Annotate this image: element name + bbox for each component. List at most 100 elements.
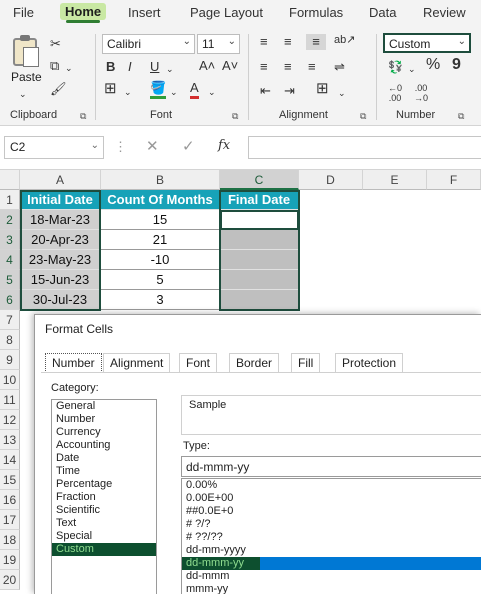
category-list[interactable]: General Number Currency Accounting Date … bbox=[51, 399, 157, 594]
category-item[interactable]: Time bbox=[52, 465, 156, 478]
header-cell-count-of-months[interactable]: Count Of Months bbox=[101, 190, 220, 210]
row-header[interactable]: 14 bbox=[0, 450, 20, 470]
dialog-tab-border[interactable]: Border bbox=[229, 353, 280, 373]
format-item[interactable]: dd-mmm bbox=[182, 570, 481, 583]
initial-date-cell[interactable]: 15-Jun-23 bbox=[20, 270, 101, 290]
type-input[interactable]: dd-mmm-yy bbox=[181, 456, 481, 477]
row-header[interactable]: 11 bbox=[0, 390, 20, 410]
dialog-tab-protection[interactable]: Protection bbox=[335, 353, 404, 373]
row-header[interactable]: 12 bbox=[0, 410, 20, 430]
format-item[interactable]: 0.00% bbox=[182, 479, 481, 492]
row-header[interactable]: 4 bbox=[0, 250, 20, 270]
category-item[interactable]: Currency bbox=[52, 426, 156, 439]
category-item[interactable]: Accounting bbox=[52, 439, 156, 452]
column-header-e[interactable]: E bbox=[363, 170, 427, 190]
align-top-icon[interactable]: ≡ bbox=[260, 34, 268, 50]
category-item[interactable]: Special bbox=[52, 530, 156, 543]
decrease-decimal-icon[interactable]: .00 →0 bbox=[414, 83, 428, 103]
column-header-c[interactable]: C bbox=[220, 170, 299, 190]
row-header[interactable]: 15 bbox=[0, 470, 20, 490]
row-header[interactable]: 8 bbox=[0, 330, 20, 350]
align-center-icon[interactable]: ≡ bbox=[284, 59, 292, 75]
row-header[interactable]: 3 bbox=[0, 230, 20, 250]
format-item[interactable]: # ??/?? bbox=[182, 531, 481, 544]
column-header-d[interactable]: D bbox=[299, 170, 363, 190]
enter-icon[interactable]: ✓ bbox=[182, 139, 195, 155]
row-header[interactable]: 7 bbox=[0, 310, 20, 330]
row-header[interactable]: 9 bbox=[0, 350, 20, 370]
category-item-selected[interactable]: Custom bbox=[52, 543, 156, 556]
underline-icon[interactable]: U bbox=[150, 59, 159, 75]
format-item-selected[interactable]: dd-mmm-yy bbox=[182, 557, 481, 570]
insert-function-icon[interactable]: fx bbox=[218, 138, 230, 154]
row-header[interactable]: 2 bbox=[0, 210, 20, 230]
dialog-tab-fill[interactable]: Fill bbox=[291, 353, 321, 373]
tab-home[interactable]: Home bbox=[60, 3, 107, 23]
chevron-down-icon[interactable]: ⌄ bbox=[338, 85, 346, 101]
percent-icon[interactable]: % bbox=[426, 57, 440, 73]
initial-date-cell[interactable]: 18-Mar-23 bbox=[20, 210, 101, 230]
row-header[interactable]: 13 bbox=[0, 430, 20, 450]
number-format-select[interactable]: Custom ⌄ bbox=[383, 33, 471, 53]
format-painter-icon[interactable]: 🖌 bbox=[50, 81, 67, 97]
category-item[interactable]: Date bbox=[52, 452, 156, 465]
category-item[interactable]: Scientific bbox=[52, 504, 156, 517]
row-header[interactable]: 17 bbox=[0, 510, 20, 530]
row-header[interactable]: 20 bbox=[0, 570, 20, 590]
name-box[interactable]: C2 ⌄ bbox=[4, 136, 104, 159]
dialog-tab-alignment[interactable]: Alignment bbox=[103, 353, 171, 373]
final-date-cell[interactable] bbox=[220, 250, 299, 270]
count-months-cell[interactable]: 3 bbox=[101, 290, 220, 310]
final-date-cell[interactable] bbox=[220, 270, 299, 290]
chevron-down-icon[interactable]: ⌄ bbox=[124, 84, 132, 100]
row-header[interactable]: 1 bbox=[0, 190, 20, 210]
borders-icon[interactable]: ⊞ bbox=[104, 81, 117, 97]
category-item[interactable]: General bbox=[52, 400, 156, 413]
font-size-select[interactable]: 11 ⌄ bbox=[197, 34, 240, 54]
tab-review[interactable]: Review bbox=[423, 5, 466, 20]
tab-page-layout[interactable]: Page Layout bbox=[190, 5, 263, 20]
count-months-cell[interactable]: -10 bbox=[101, 250, 220, 270]
currency-icon[interactable]: 💱 bbox=[388, 59, 403, 75]
dialog-launcher-icon[interactable]: ⧉ bbox=[232, 111, 238, 122]
align-left-icon[interactable]: ≡ bbox=[260, 59, 268, 75]
final-date-cell-active[interactable] bbox=[220, 210, 299, 230]
select-all-corner[interactable] bbox=[0, 170, 20, 190]
count-months-cell[interactable]: 5 bbox=[101, 270, 220, 290]
row-header[interactable]: 16 bbox=[0, 490, 20, 510]
category-item[interactable]: Text bbox=[52, 517, 156, 530]
row-header[interactable]: 6 bbox=[0, 290, 20, 310]
dialog-tab-number[interactable]: Number bbox=[45, 353, 102, 373]
increase-font-icon[interactable]: A˄ bbox=[199, 58, 215, 74]
initial-date-cell[interactable]: 20-Apr-23 bbox=[20, 230, 101, 250]
font-color-icon[interactable]: A bbox=[190, 80, 199, 99]
comma-style-icon[interactable]: 9 bbox=[452, 57, 461, 73]
tab-file[interactable]: File bbox=[13, 5, 34, 20]
column-header-f[interactable]: F bbox=[427, 170, 481, 190]
wrap-text-icon[interactable]: ⇌ bbox=[334, 59, 345, 75]
format-item[interactable]: mmm-yy bbox=[182, 583, 481, 594]
initial-date-cell[interactable]: 23-May-23 bbox=[20, 250, 101, 270]
format-item[interactable]: 0.00E+00 bbox=[182, 492, 481, 505]
format-item[interactable]: ##0.0E+0 bbox=[182, 505, 481, 518]
increase-decimal-icon[interactable]: ←0.00 bbox=[388, 83, 402, 103]
column-header-b[interactable]: B bbox=[101, 170, 220, 190]
formula-input[interactable] bbox=[248, 136, 481, 159]
align-right-icon[interactable]: ≡ bbox=[308, 59, 316, 75]
row-header[interactable]: 5 bbox=[0, 270, 20, 290]
fill-color-icon[interactable]: 🪣 bbox=[150, 80, 167, 99]
tab-data[interactable]: Data bbox=[369, 5, 396, 20]
copy-icon[interactable]: ⧉ bbox=[50, 58, 59, 74]
decrease-font-icon[interactable]: A˅ bbox=[222, 58, 238, 74]
cut-icon[interactable]: ✂ bbox=[50, 36, 61, 52]
dialog-tab-font[interactable]: Font bbox=[179, 353, 218, 373]
header-cell-initial-date[interactable]: Initial Date bbox=[20, 190, 101, 210]
count-months-cell[interactable]: 21 bbox=[101, 230, 220, 250]
align-bottom-icon[interactable]: ≡ bbox=[306, 34, 326, 50]
chevron-down-icon[interactable]: ⌄ bbox=[408, 61, 416, 77]
header-cell-final-date[interactable]: Final Date bbox=[220, 190, 299, 210]
final-date-cell[interactable] bbox=[220, 290, 299, 310]
tab-formulas[interactable]: Formulas bbox=[289, 5, 343, 20]
merge-center-icon[interactable]: ⊞ bbox=[316, 81, 329, 97]
category-item[interactable]: Number bbox=[52, 413, 156, 426]
